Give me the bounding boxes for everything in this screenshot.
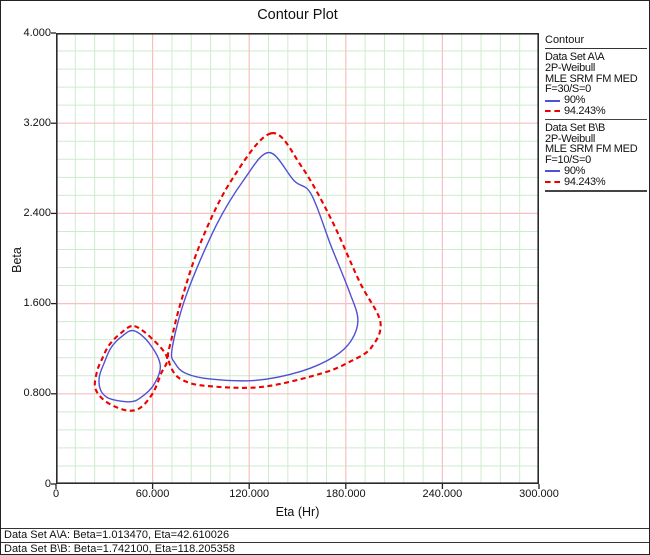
legend-header: Contour	[545, 34, 647, 49]
dashed-line-swatch-icon	[545, 110, 560, 112]
plot-area[interactable]	[56, 33, 539, 484]
y-axis-label: Beta	[10, 238, 24, 282]
y-tick-label: 4.000	[1, 27, 51, 39]
contour-data-set-a-a-90-	[99, 330, 160, 401]
legend-groups: Data Set A\A2P-WeibullMLE SRM FM MEDF=30…	[545, 52, 647, 192]
x-tick-label: 180.000	[314, 488, 378, 500]
y-tick-label: 3.200	[1, 117, 51, 129]
axis-tick-marks	[51, 33, 539, 489]
footer-parameter-row: Data Set A\A: Beta=1.013470, Eta=42.6100…	[1, 529, 650, 543]
legend-group: Data Set B\B2P-WeibullMLE SRM FM MEDF=10…	[545, 123, 647, 192]
legend-sample: F=10/S=0	[545, 155, 647, 166]
legend-entry: 94.243%	[545, 106, 647, 117]
chart-title: Contour Plot	[56, 7, 539, 23]
solid-line-swatch-icon	[545, 170, 560, 172]
x-tick-label: 60.000	[121, 488, 185, 500]
x-tick-label: 240.000	[410, 488, 474, 500]
legend[interactable]: Contour Data Set A\A2P-WeibullMLE SRM FM…	[545, 34, 647, 195]
x-tick-label: 300.000	[507, 488, 571, 500]
minor-gridlines	[56, 33, 539, 484]
y-tick-label: 2.400	[1, 207, 51, 219]
major-gridlines	[56, 33, 539, 484]
legend-entry: 94.243%	[545, 177, 647, 188]
contour-data-set-a-a-94-243-	[95, 326, 168, 411]
y-tick-label: 1.600	[1, 297, 51, 309]
plot-frame	[57, 34, 538, 483]
dashed-line-swatch-icon	[545, 181, 560, 183]
footer-parameter-row: Data Set B\B: Beta=1.742100, Eta=118.205…	[1, 543, 650, 555]
solid-line-swatch-icon	[545, 100, 560, 102]
legend-entry-label: 94.243%	[564, 106, 605, 117]
legend-entry-label: 94.243%	[564, 177, 605, 188]
contour-data-set-b-b-90-	[171, 152, 357, 380]
legend-group: Data Set A\A2P-WeibullMLE SRM FM MEDF=30…	[545, 52, 647, 120]
legend-model: 2P-Weibull	[545, 63, 647, 74]
contour-plot-window: Contour Plot 00.8001.6002.4003.2004.000 …	[0, 0, 650, 555]
y-tick-label: 0.800	[1, 387, 51, 399]
x-axis-label: Eta (Hr)	[56, 505, 539, 519]
legend-dataset-name: Data Set B\B	[545, 123, 647, 134]
x-tick-label: 0	[24, 488, 88, 500]
x-tick-label: 120.000	[217, 488, 281, 500]
footer-panel: Data Set A\A: Beta=1.013470, Eta=42.6100…	[1, 528, 650, 555]
legend-sample: F=30/S=0	[545, 84, 647, 95]
